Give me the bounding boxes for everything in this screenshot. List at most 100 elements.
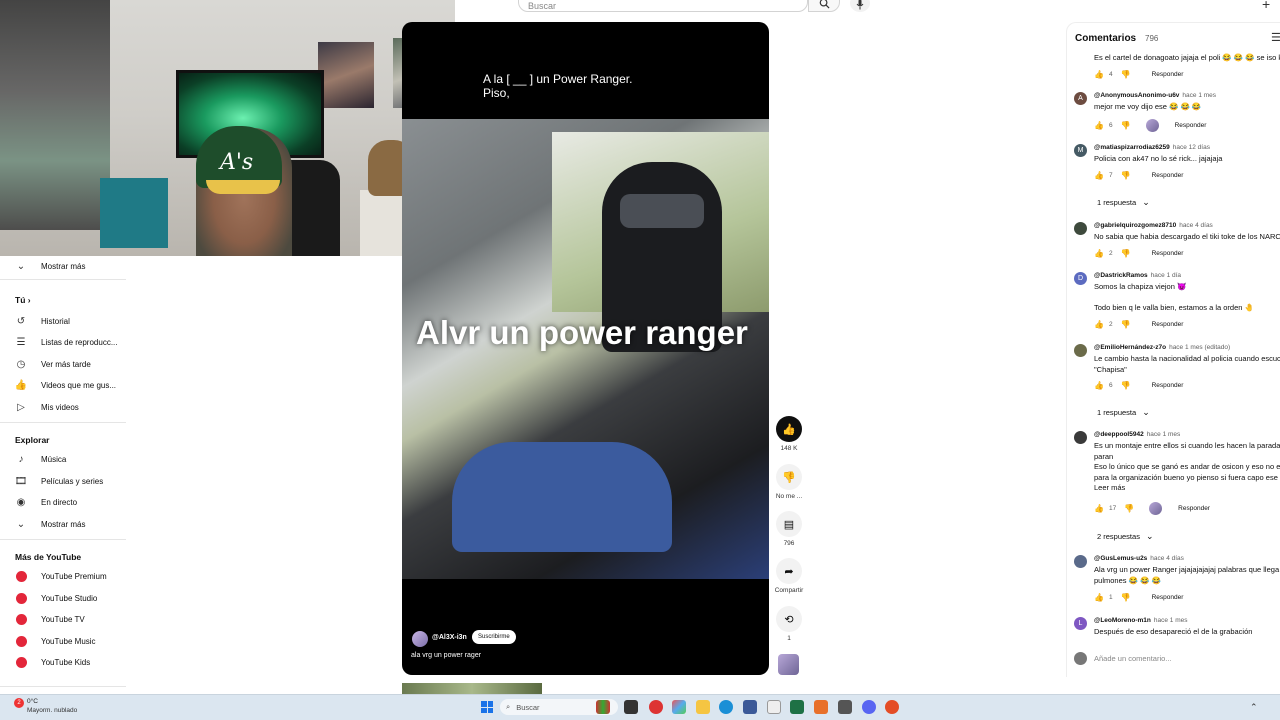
short-video-player[interactable]: A la [ __ ] un Power Ranger. Piso, Alvr … — [402, 22, 769, 675]
discord-icon[interactable] — [862, 700, 876, 714]
thumbs-up-icon[interactable]: 👍 — [1094, 593, 1104, 602]
channel-avatar[interactable] — [412, 631, 428, 647]
like-action[interactable]: 👍 148 K — [776, 416, 802, 452]
comment-actions: 👍 6 👎 Responder — [1094, 119, 1206, 132]
sort-icon[interactable]: ☰ — [1271, 31, 1280, 44]
reply-button[interactable]: Responder — [1152, 250, 1184, 257]
chili-app-icon[interactable] — [596, 700, 610, 714]
copilot-icon[interactable] — [672, 700, 686, 714]
comment-author[interactable]: @gabrielquirozgomez8710 hace 4 días — [1094, 222, 1213, 229]
add-comment-field[interactable]: Añade un comentario... — [1074, 652, 1172, 665]
thumbs-down-icon[interactable]: 👎 — [1121, 171, 1131, 180]
view-replies-button[interactable]: 1 respuesta ⌄ — [1097, 407, 1150, 418]
view-replies-button[interactable]: 2 respuestas ⌄ — [1097, 531, 1154, 542]
comment-avatar[interactable] — [1074, 555, 1087, 568]
subscribe-button[interactable]: Suscribirme — [472, 630, 516, 644]
channel-name[interactable]: @Al3X-i3n — [432, 634, 467, 641]
thumbs-down-icon[interactable]: 👎 — [1124, 504, 1134, 513]
share-action[interactable]: ➦ Compartir — [775, 558, 803, 594]
comments-action[interactable]: ▤ 796 — [776, 511, 802, 547]
comment-author[interactable]: @LeoMoreno-m1n hace 1 mes — [1094, 617, 1188, 624]
search-input[interactable]: Buscar — [518, 0, 808, 12]
tool-app-icon[interactable] — [838, 700, 852, 714]
sidebar-item-youtube-studio[interactable]: YouTube Studio — [15, 592, 97, 604]
brave-icon[interactable] — [885, 700, 899, 714]
dislike-action[interactable]: 👎 No me ... — [776, 464, 802, 500]
reply-button[interactable]: Responder — [1152, 382, 1184, 389]
sidebar-item-history[interactable]: ↺ Historial — [15, 315, 70, 327]
edge-icon[interactable] — [719, 700, 733, 714]
sidebar-item-watch-later[interactable]: ◷ Ver más tarde — [15, 358, 91, 370]
sidebar-item-my-videos[interactable]: ▷ Mis videos — [15, 401, 79, 413]
sidebar-show-more-top[interactable]: ⌄ Mostrar más — [15, 260, 86, 272]
reply-button[interactable]: Responder — [1175, 122, 1207, 129]
excel-icon[interactable] — [790, 700, 804, 714]
reply-button[interactable]: Responder — [1152, 321, 1184, 328]
comment-avatar[interactable]: L — [1074, 617, 1087, 630]
thumbs-up-icon[interactable]: 👍 — [1094, 70, 1104, 79]
sidebar-item-youtube-music[interactable]: YouTube Music — [15, 635, 96, 647]
comment-avatar[interactable]: A — [1074, 92, 1087, 105]
reply-button[interactable]: Responder — [1152, 172, 1184, 179]
weather-alert-badge[interactable]: 2 — [14, 698, 24, 708]
sidebar-item-youtube-premium[interactable]: YouTube Premium — [15, 570, 107, 582]
comment-author[interactable]: @AnonymousAnonimo-u6v hace 1 mes — [1094, 92, 1216, 99]
reply-button[interactable]: Responder — [1152, 71, 1184, 78]
create-button[interactable]: + — [1262, 0, 1270, 12]
comment-author[interactable]: @deeppool5942 hace 1 mes — [1094, 431, 1180, 438]
comment-avatar[interactable] — [1074, 222, 1087, 235]
comments-button[interactable]: ▤ — [776, 511, 802, 537]
share-button[interactable]: ➦ — [776, 558, 802, 584]
store-icon[interactable] — [743, 700, 757, 714]
thumbs-up-icon[interactable]: 👍 — [1094, 320, 1104, 329]
like-button[interactable]: 👍 — [776, 416, 802, 442]
sound-thumbnail[interactable] — [778, 654, 799, 675]
sidebar-item-music[interactable]: ♪ Música — [15, 453, 67, 465]
remix-action[interactable]: ⟲ 1 — [776, 606, 802, 642]
remix-button[interactable]: ⟲ — [776, 606, 802, 632]
view-replies-button[interactable]: 1 respuesta ⌄ — [1097, 197, 1150, 208]
sidebar-item-movies[interactable]: 🎞 Películas y series — [15, 475, 104, 487]
dislike-button[interactable]: 👎 — [776, 464, 802, 490]
comment-avatar[interactable]: M — [1074, 144, 1087, 157]
thumbs-up-icon[interactable]: 👍 — [1094, 121, 1104, 130]
reply-button[interactable]: Responder — [1152, 594, 1184, 601]
voice-search-button[interactable] — [850, 0, 870, 12]
weather-temperature[interactable]: 0°C — [27, 698, 38, 705]
sidebar-show-more-explore[interactable]: ⌄ Mostrar más — [15, 518, 86, 530]
comment-avatar[interactable] — [1074, 431, 1087, 444]
sidebar-item-youtube-tv[interactable]: YouTube TV — [15, 613, 85, 625]
orange-app-icon[interactable] — [814, 700, 828, 714]
file-app-icon[interactable] — [624, 700, 638, 714]
system-tray-icon[interactable]: ⌃ — [1250, 702, 1258, 713]
sidebar-item-liked-videos[interactable]: 👍 Videos que me gus... — [15, 379, 116, 391]
thumbs-down-icon[interactable]: 👎 — [1121, 381, 1131, 390]
thumbs-up-icon[interactable]: 👍 — [1094, 249, 1104, 258]
comment-author[interactable]: @matiaspizarrodiaz6259 hace 12 días — [1094, 144, 1210, 151]
sidebar-item-playlists[interactable]: ☰ Listas de reproducc... — [15, 336, 118, 348]
notepad-icon[interactable] — [767, 700, 781, 714]
comment-author[interactable]: @DastrickRamos hace 1 día — [1094, 272, 1181, 279]
comment-avatar[interactable]: D — [1074, 272, 1087, 285]
search-button[interactable] — [808, 0, 840, 12]
comment-author[interactable]: @GusLemus-u2s hace 4 días — [1094, 555, 1184, 562]
comment-text: Somos la chapiza viejon 😈 Todo bien q le… — [1094, 282, 1254, 312]
thumbs-down-icon[interactable]: 👎 — [1121, 70, 1131, 79]
windows-start-icon[interactable] — [481, 701, 493, 713]
sidebar-heading-you[interactable]: Tú › — [15, 295, 31, 305]
thumbs-up-icon[interactable]: 👍 — [1094, 504, 1104, 513]
sidebar-item-live[interactable]: ◉ En directo — [15, 496, 77, 508]
weather-description[interactable]: Mayorm. nublado — [27, 707, 77, 714]
comment-author[interactable]: @EmilioHernández-z7o hace 1 mes (editado) — [1094, 344, 1230, 351]
thumbs-up-icon[interactable]: 👍 — [1094, 381, 1104, 390]
thumbs-up-icon[interactable]: 👍 — [1094, 171, 1104, 180]
comment-avatar[interactable] — [1074, 344, 1087, 357]
file-explorer-icon[interactable] — [696, 700, 710, 714]
thumbs-down-icon[interactable]: 👎 — [1121, 249, 1131, 258]
sidebar-item-youtube-kids[interactable]: YouTube Kids — [15, 656, 90, 668]
red-app-icon[interactable] — [649, 700, 663, 714]
reply-button[interactable]: Responder — [1178, 505, 1210, 512]
thumbs-down-icon[interactable]: 👎 — [1121, 593, 1131, 602]
thumbs-down-icon[interactable]: 👎 — [1121, 121, 1131, 130]
thumbs-down-icon[interactable]: 👎 — [1121, 320, 1131, 329]
